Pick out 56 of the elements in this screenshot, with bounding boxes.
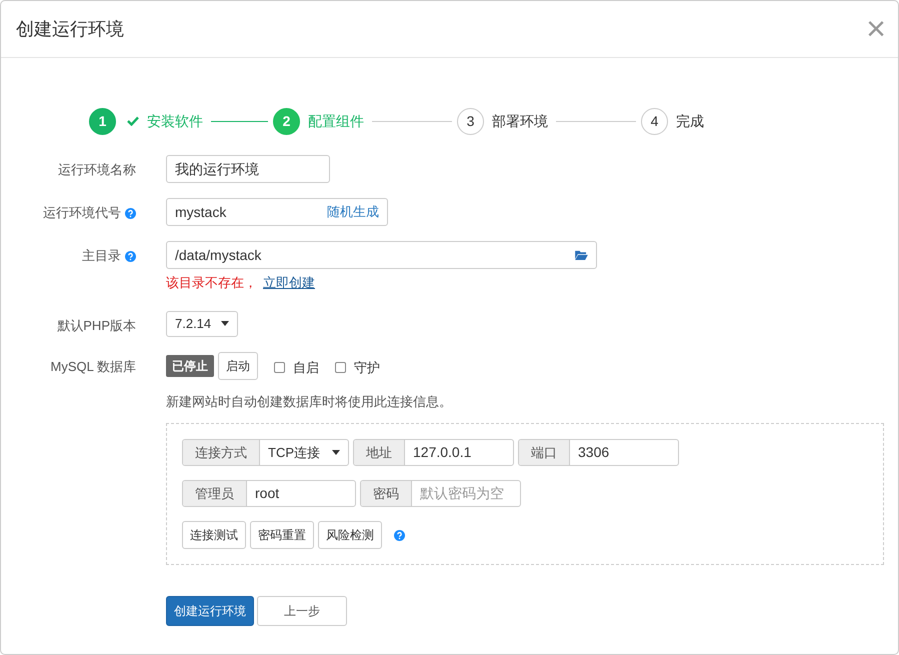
- back-button[interactable]: 上一步: [257, 596, 347, 626]
- version-select[interactable]: 7.2.14: [166, 310, 238, 336]
- error-message: 该目录不存在， 立即创建: [166, 274, 316, 292]
- step-label: 配置组件: [308, 112, 364, 130]
- input-addon: 地址: [354, 440, 405, 465]
- field-label: 默认PHP版本: [57, 316, 136, 334]
- input-addon: 连接方式: [183, 440, 260, 465]
- field-value: mystack: [175, 202, 226, 222]
- help-icon[interactable]: [394, 530, 405, 540]
- help-icon[interactable]: [125, 251, 136, 262]
- connection-type-select[interactable]: 连接方式 TCP连接: [182, 439, 349, 466]
- step-number: 2: [273, 108, 300, 134]
- field-label: 运行环境名称: [58, 161, 136, 179]
- step-label: 安装软件: [147, 112, 203, 130]
- action-button[interactable]: 风险检测: [318, 521, 382, 549]
- select-value: TCP连接: [268, 444, 320, 462]
- hint-text: 新建网站时自动创建数据库时将使用此连接信息。: [166, 392, 452, 410]
- connection-input-field[interactable]: 管理员 root: [182, 480, 356, 507]
- step-label: 完成: [676, 112, 704, 130]
- code-field[interactable]: mystack 随机生成: [166, 198, 388, 226]
- checkbox-label: 守护: [354, 358, 380, 377]
- input-addon: 管理员: [183, 481, 247, 506]
- placeholder-text: 默认密码为空: [419, 484, 505, 503]
- connection-input-field[interactable]: 地址 127.0.0.1: [353, 439, 514, 466]
- input-value: 127.0.0.1: [412, 443, 472, 462]
- input-addon: 端口: [519, 440, 570, 465]
- step-number: 3: [457, 108, 484, 134]
- caret-icon: [221, 321, 230, 326]
- status-badge: 已停止: [166, 354, 214, 376]
- folder-icon[interactable]: [575, 250, 588, 260]
- checkbox-label: 自启: [293, 358, 319, 377]
- create-button[interactable]: 创建运行环境: [166, 596, 254, 626]
- help-icon[interactable]: [125, 208, 136, 219]
- connection-input-field[interactable]: 密码 默认密码为空: [360, 480, 521, 507]
- start-button[interactable]: 启动: [218, 352, 258, 380]
- action-button[interactable]: 密码重置: [250, 521, 314, 549]
- field-label: 运行环境代号: [43, 204, 121, 222]
- connection-input-field[interactable]: 端口 3306: [518, 439, 679, 466]
- step-number: 1: [89, 108, 116, 134]
- field-label: 主目录: [82, 247, 121, 265]
- field-value: /data/mystack: [175, 246, 262, 265]
- input-addon: 密码: [361, 481, 412, 506]
- name-field[interactable]: 我的运行环境: [166, 155, 330, 183]
- dialog-title: 创建运行环境: [16, 18, 124, 40]
- caret-icon: [332, 450, 340, 455]
- field-label: MySQL 数据库: [50, 358, 136, 376]
- checkbox[interactable]: [274, 362, 285, 373]
- generate-link[interactable]: 随机生成: [327, 202, 379, 222]
- input-value: root: [254, 484, 280, 503]
- step-number: 4: [641, 108, 668, 134]
- step-label: 部署环境: [492, 112, 548, 130]
- input-value: 3306: [577, 443, 610, 462]
- checkbox[interactable]: [335, 362, 346, 373]
- create-link[interactable]: 立即创建: [263, 275, 315, 290]
- action-button[interactable]: 连接测试: [182, 521, 246, 549]
- directory-field[interactable]: /data/mystack: [166, 241, 597, 269]
